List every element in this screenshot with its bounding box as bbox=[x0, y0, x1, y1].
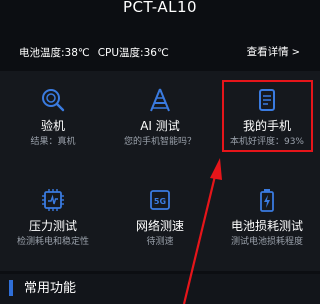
tile-subtitle: 检测耗电和稳定性 bbox=[16, 237, 89, 247]
tile-label: AI 测试 bbox=[140, 119, 180, 133]
ai-icon bbox=[150, 88, 170, 112]
svg-text:5G: 5G bbox=[154, 197, 166, 206]
tile-ai-test[interactable]: AI 测试 您的手机智能吗？ bbox=[107, 71, 213, 155]
tile-label: 压力测试 bbox=[28, 219, 77, 233]
tile-label: 网络测速 bbox=[135, 219, 184, 233]
tile-stress-test[interactable]: 压力测试 检测耗电和稳定性 bbox=[0, 171, 106, 255]
temperature-readouts: 电池温度:38℃ CPU温度:36℃ bbox=[19, 45, 169, 60]
chip-icon bbox=[42, 189, 64, 211]
device-model-title: PCT-AL10 bbox=[122, 0, 198, 16]
section-accent-bar bbox=[9, 280, 13, 296]
tile-label: 电池损耗测试 bbox=[230, 219, 303, 233]
common-functions-section: 常用功能 bbox=[0, 274, 320, 304]
temperature-info-bar: 电池温度:38℃ CPU温度:36℃ 查看详情 > bbox=[0, 38, 320, 68]
tile-subtitle: 测试电池损耗程度 bbox=[230, 237, 303, 247]
app-screen: PCT-AL10 电池温度:38℃ CPU温度:36℃ 查看详情 > 验机 结果：真… bbox=[0, 0, 320, 304]
battery-icon bbox=[260, 189, 274, 212]
chevron-right-icon: > bbox=[291, 47, 300, 58]
section-title: 常用功能 bbox=[24, 281, 77, 296]
battery-temperature: 电池温度:38℃ bbox=[19, 47, 90, 59]
tile-subtitle: 您的手机智能吗？ bbox=[123, 137, 196, 147]
search-icon bbox=[42, 89, 65, 112]
view-details-label: 查看详情 bbox=[246, 46, 289, 58]
tile-network-speed[interactable]: 5G 网络测速 待测速 bbox=[107, 171, 213, 255]
cpu-temperature: CPU温度:36℃ bbox=[97, 47, 169, 59]
network-5g-icon: 5G bbox=[150, 190, 170, 210]
tile-label: 验机 bbox=[40, 119, 65, 133]
tile-battery-wear-test[interactable]: 电池损耗测试 测试电池损耗程度 bbox=[214, 171, 320, 255]
tile-verify-device[interactable]: 验机 结果：真机 bbox=[0, 71, 106, 155]
highlight-box bbox=[222, 80, 313, 152]
tile-subtitle: 待测速 bbox=[146, 237, 174, 247]
view-details-link[interactable]: 查看详情 > bbox=[247, 44, 300, 59]
tile-subtitle: 结果：真机 bbox=[30, 137, 76, 147]
